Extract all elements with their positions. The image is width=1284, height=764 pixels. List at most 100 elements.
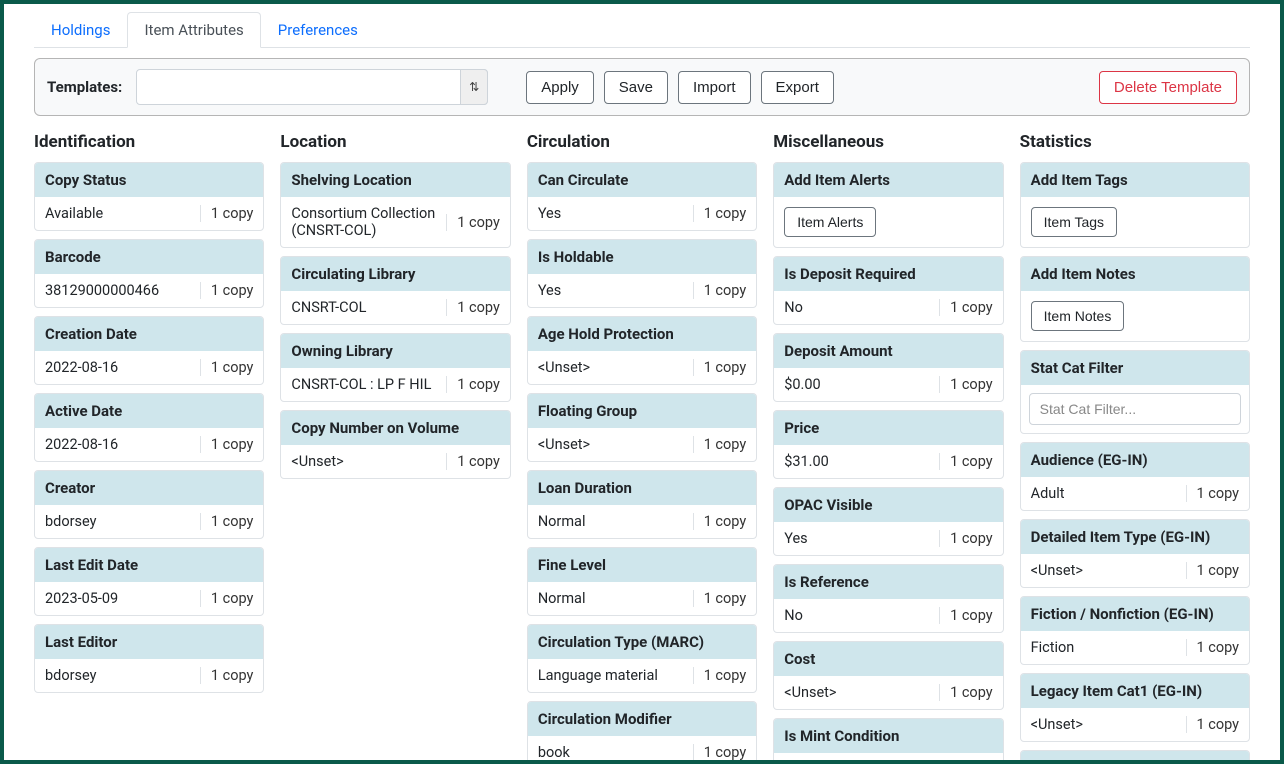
field-label: Can Circulate	[528, 163, 756, 197]
field-count: 1 copy	[446, 376, 500, 393]
field-body[interactable]: Normal1 copy	[528, 582, 756, 615]
field-value: CNSRT-COL : LP F HIL	[291, 376, 446, 393]
field-value: bdorsey	[45, 513, 200, 530]
field-value: 38129000000466	[45, 282, 200, 299]
field-body[interactable]: <Unset>1 copy	[281, 445, 509, 478]
content-area: Holdings Item Attributes Preferences Tem…	[4, 4, 1280, 760]
field-body[interactable]: bdorsey1 copy	[35, 505, 263, 538]
field-label: Shelving Location	[281, 163, 509, 197]
save-button[interactable]: Save	[604, 71, 668, 104]
field-value: Language material	[538, 667, 693, 684]
field-count: 1 copy	[939, 299, 993, 316]
field-body[interactable]: Fiction1 copy	[1021, 631, 1249, 664]
field-card: Owning LibraryCNSRT-COL : LP F HIL1 copy	[280, 333, 510, 402]
field-card: Floating Group<Unset>1 copy	[527, 393, 757, 462]
field-body[interactable]: Consortium Collection (CNSRT-COL)1 copy	[281, 197, 509, 247]
field-label: Is Holdable	[528, 240, 756, 274]
field-body[interactable]: 2022-08-161 copy	[35, 428, 263, 461]
label-add-item-alerts: Add Item Alerts	[774, 163, 1002, 197]
template-select[interactable]	[136, 69, 488, 105]
field-value: Available	[45, 205, 200, 222]
field-card: Loan DurationNormal1 copy	[527, 470, 757, 539]
tab-holdings[interactable]: Holdings	[34, 12, 127, 48]
field-card: Price$31.001 copy	[773, 410, 1003, 479]
field-card: OPAC VisibleYes1 copy	[773, 487, 1003, 556]
field-body[interactable]: bdorsey1 copy	[35, 659, 263, 692]
field-value: bdorsey	[45, 667, 200, 684]
field-value: <Unset>	[538, 359, 693, 376]
field-card: Is HoldableYes1 copy	[527, 239, 757, 308]
field-body[interactable]: $0.001 copy	[774, 368, 1002, 401]
field-count: 1 copy	[693, 205, 747, 222]
card-stat-cat-filter: Stat Cat Filter	[1020, 350, 1250, 434]
field-count: 1 copy	[446, 453, 500, 470]
field-label: Legacy Item Cat1 (EG-IN)	[1021, 674, 1249, 708]
field-body[interactable]: Yes1 copy	[528, 274, 756, 307]
field-count: 1 copy	[939, 684, 993, 701]
field-body[interactable]: Good1 copy	[774, 753, 1002, 760]
field-body[interactable]: Available1 copy	[35, 197, 263, 230]
field-body[interactable]: <Unset>1 copy	[528, 428, 756, 461]
field-label: Loan Duration	[528, 471, 756, 505]
field-card: Legacy Item Cat2 (EG-IN)<Unset>1 copy	[1020, 750, 1250, 760]
card-add-item-tags: Add Item Tags Item Tags	[1020, 162, 1250, 248]
field-body[interactable]: Adult1 copy	[1021, 477, 1249, 510]
label-stat-cat-filter: Stat Cat Filter	[1021, 351, 1249, 385]
field-body[interactable]: <Unset>1 copy	[1021, 708, 1249, 741]
field-count: 1 copy	[200, 513, 254, 530]
item-alerts-button[interactable]: Item Alerts	[784, 207, 876, 237]
field-body[interactable]: Yes1 copy	[774, 522, 1002, 555]
field-body[interactable]: 381290000004661 copy	[35, 274, 263, 307]
tab-item-attributes[interactable]: Item Attributes	[127, 12, 260, 48]
col-miscellaneous: Miscellaneous Add Item Alerts Item Alert…	[773, 124, 1003, 760]
field-card: Barcode381290000004661 copy	[34, 239, 264, 308]
field-label: Is Reference	[774, 565, 1002, 599]
field-body[interactable]: <Unset>1 copy	[1021, 554, 1249, 587]
import-button[interactable]: Import	[678, 71, 751, 104]
field-card: Circulating LibraryCNSRT-COL1 copy	[280, 256, 510, 325]
field-body[interactable]: CNSRT-COL1 copy	[281, 291, 509, 324]
field-card: Fine LevelNormal1 copy	[527, 547, 757, 616]
card-add-item-alerts: Add Item Alerts Item Alerts	[773, 162, 1003, 248]
field-label: Circulation Modifier	[528, 702, 756, 736]
field-label: Circulation Type (MARC)	[528, 625, 756, 659]
stat-cat-filter-input[interactable]	[1029, 393, 1241, 425]
export-button[interactable]: Export	[761, 71, 834, 104]
field-body[interactable]: $31.001 copy	[774, 445, 1002, 478]
field-value: Yes	[784, 530, 939, 547]
field-count: 1 copy	[693, 436, 747, 453]
item-tags-button[interactable]: Item Tags	[1031, 207, 1117, 237]
tab-preferences[interactable]: Preferences	[261, 12, 375, 48]
item-notes-button[interactable]: Item Notes	[1031, 301, 1125, 331]
template-select-toggle[interactable]: ⇅	[460, 69, 488, 105]
field-body[interactable]: <Unset>1 copy	[528, 351, 756, 384]
templates-label: Templates:	[47, 78, 122, 96]
field-label: Audience (EG-IN)	[1021, 443, 1249, 477]
field-count: 1 copy	[693, 513, 747, 530]
field-body[interactable]: Language material1 copy	[528, 659, 756, 692]
delete-template-button[interactable]: Delete Template	[1099, 71, 1237, 104]
field-body[interactable]: 2022-08-161 copy	[35, 351, 263, 384]
field-card: Circulation Type (MARC)Language material…	[527, 624, 757, 693]
field-label: Cost	[774, 642, 1002, 676]
apply-button[interactable]: Apply	[526, 71, 594, 104]
updown-icon: ⇅	[469, 81, 479, 93]
field-body[interactable]: CNSRT-COL : LP F HIL1 copy	[281, 368, 509, 401]
field-count: 1 copy	[939, 376, 993, 393]
field-body[interactable]: No1 copy	[774, 599, 1002, 632]
field-body[interactable]: Yes1 copy	[528, 197, 756, 230]
field-count: 1 copy	[939, 530, 993, 547]
heading-statistics: Statistics	[1020, 132, 1250, 152]
field-body[interactable]: <Unset>1 copy	[774, 676, 1002, 709]
field-body[interactable]: 2023-05-091 copy	[35, 582, 263, 615]
field-count: 1 copy	[693, 590, 747, 607]
field-body[interactable]: No1 copy	[774, 291, 1002, 324]
label-add-item-tags: Add Item Tags	[1021, 163, 1249, 197]
field-value: <Unset>	[1031, 562, 1186, 579]
field-value: Adult	[1031, 485, 1186, 502]
field-body[interactable]: Normal1 copy	[528, 505, 756, 538]
field-label: Last Editor	[35, 625, 263, 659]
field-label: Fine Level	[528, 548, 756, 582]
field-body[interactable]: book1 copy	[528, 736, 756, 760]
field-count: 1 copy	[939, 607, 993, 624]
